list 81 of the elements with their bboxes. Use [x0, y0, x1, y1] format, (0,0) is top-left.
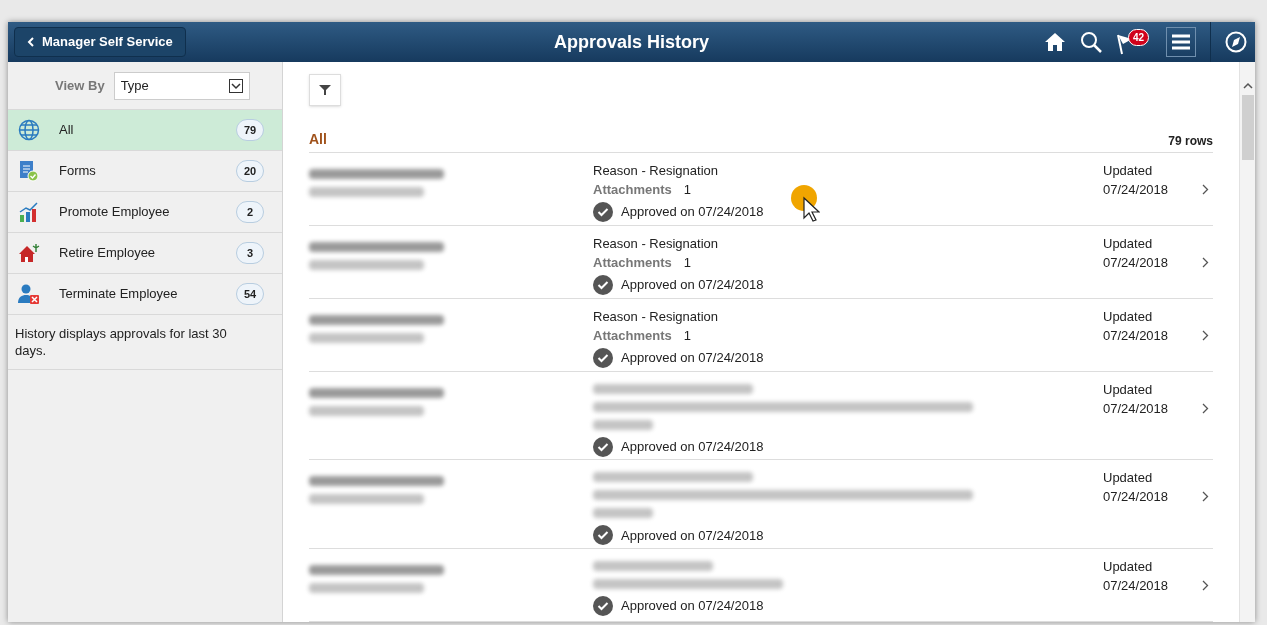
- approval-row[interactable]: Approved on 07/24/2018 Updated 07/24/2018: [309, 460, 1213, 549]
- view-by-dropdown[interactable]: Type: [113, 71, 250, 100]
- updated-date: 07/24/2018: [1103, 488, 1169, 507]
- reason-text: Reason - Resignation: [593, 234, 720, 253]
- chevron-right-icon: [1202, 256, 1209, 268]
- approval-row[interactable]: Reason - Resignation Attachments 1 Approved on 07/24/2018 Updated 07/24/2018: [309, 225, 1213, 299]
- globe-icon: [18, 119, 40, 141]
- filter-button[interactable]: [309, 74, 341, 106]
- count-badge: 2: [236, 201, 264, 223]
- scrollbar[interactable]: [1239, 62, 1255, 622]
- check-circle-icon: [593, 525, 613, 546]
- sidebar-item-label: Promote Employee: [59, 203, 171, 222]
- menu-button[interactable]: [1166, 27, 1196, 57]
- scrollbar-thumb[interactable]: [1241, 95, 1254, 160]
- bar-chart-icon: [18, 201, 40, 223]
- compass-icon[interactable]: [1225, 31, 1247, 53]
- updated-date: 07/24/2018: [1103, 253, 1169, 272]
- home-icon[interactable]: [1044, 32, 1066, 52]
- notification-badge: 42: [1128, 29, 1150, 46]
- updated-date: 07/24/2018: [1103, 326, 1169, 345]
- count-badge: 20: [236, 160, 264, 182]
- check-circle-icon: [593, 436, 613, 457]
- approval-status: Approved on 07/24/2018: [621, 348, 764, 367]
- chevron-right-icon: [1202, 329, 1209, 341]
- count-badge: 79: [236, 119, 264, 141]
- sidebar-item-label: Retire Employee: [59, 244, 157, 263]
- approval-status: Approved on 07/24/2018: [621, 275, 764, 294]
- approval-row[interactable]: Approved on 07/24/2018 Updated 07/24/2018: [309, 549, 1213, 622]
- updated-date: 07/24/2018: [1103, 180, 1169, 199]
- sidebar-item-label: Forms: [59, 162, 97, 181]
- updated-label: Updated: [1103, 469, 1154, 488]
- search-icon[interactable]: [1080, 31, 1102, 53]
- check-circle-icon: [593, 596, 613, 616]
- blurred-text: [593, 419, 653, 430]
- updated-label: Updated: [1103, 161, 1154, 180]
- sidebar-item[interactable]: All 79: [8, 110, 282, 151]
- blurred-text: [593, 508, 653, 519]
- person-remove-icon: [18, 283, 40, 305]
- filter-icon: [319, 83, 331, 96]
- house-palm-icon: [18, 242, 40, 264]
- approval-status: Approved on 07/24/2018: [621, 597, 764, 616]
- view-by-label: View By: [55, 76, 105, 95]
- check-circle-icon: [593, 274, 613, 295]
- chevron-left-icon: [27, 37, 34, 47]
- approval-status: Approved on 07/24/2018: [621, 202, 764, 221]
- row-count: 79 rows: [1168, 132, 1213, 150]
- chevron-right-icon: [1202, 580, 1209, 591]
- updated-label: Updated: [1103, 558, 1154, 576]
- attachments-label: Attachments: [593, 326, 672, 345]
- attachments-label: Attachments: [593, 253, 672, 272]
- form-check-icon: [18, 159, 40, 183]
- page-title: Approvals History: [554, 30, 709, 54]
- reason-text: Reason - Resignation: [593, 161, 720, 180]
- sidebar-item-label: Terminate Employee: [59, 285, 179, 304]
- attachments-count: 1: [683, 326, 691, 345]
- attachments-count: 1: [683, 180, 691, 199]
- chevron-right-icon: [1202, 183, 1209, 195]
- updated-date: 07/24/2018: [1103, 577, 1169, 595]
- check-circle-icon: [593, 347, 613, 368]
- scroll-up-icon: [1242, 82, 1253, 89]
- approval-status: Approved on 07/24/2018: [621, 437, 764, 456]
- approval-row[interactable]: Reason - Resignation Attachments 1 Approved on 07/24/2018 Updated 07/24/2018: [309, 298, 1213, 372]
- check-circle-icon: [593, 201, 613, 222]
- reason-text: Reason - Resignation: [593, 307, 720, 326]
- updated-label: Updated: [1103, 380, 1154, 399]
- updated-label: Updated: [1103, 307, 1154, 326]
- chevron-right-icon: [1202, 491, 1209, 503]
- updated-label: Updated: [1103, 234, 1154, 253]
- chevron-right-icon: [1202, 402, 1209, 414]
- count-badge: 3: [236, 242, 264, 264]
- count-badge: 54: [236, 283, 264, 305]
- updated-date: 07/24/2018: [1103, 399, 1169, 418]
- back-button[interactable]: Manager Self Service: [14, 27, 186, 57]
- sidebar-item-label: All: [59, 121, 75, 140]
- attachments-count: 1: [683, 253, 691, 272]
- attachments-label: Attachments: [593, 180, 672, 199]
- approval-status: Approved on 07/24/2018: [621, 526, 764, 545]
- section-title: All: [309, 129, 327, 149]
- history-note: History displays approvals for last 30 days.: [15, 325, 228, 359]
- approval-row[interactable]: Approved on 07/24/2018 Updated 07/24/2018: [309, 371, 1213, 461]
- menu-icon: [1172, 34, 1190, 50]
